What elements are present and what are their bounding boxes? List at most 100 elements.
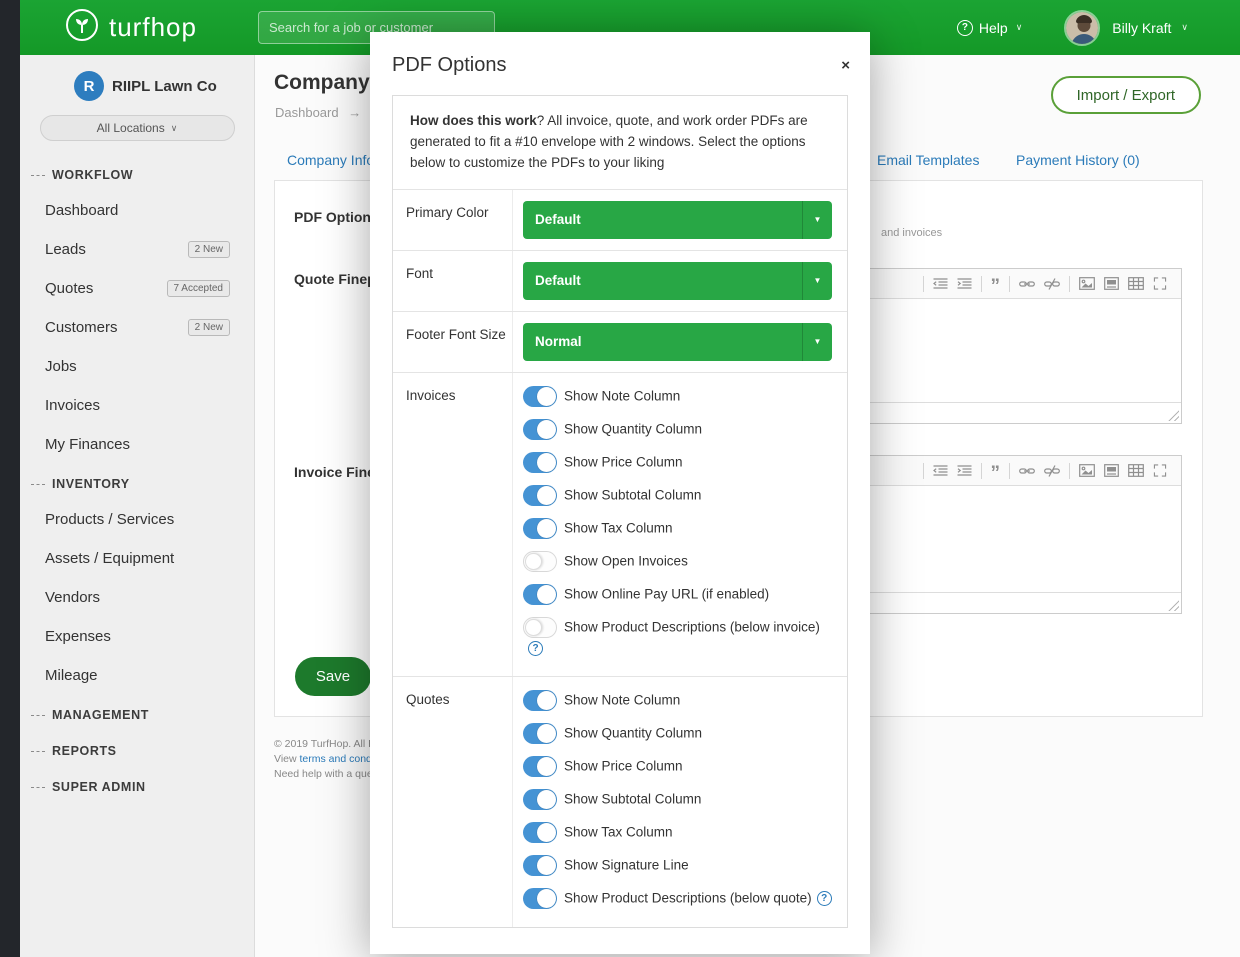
toggle-show-tax-column[interactable] [523, 822, 557, 843]
blockquote-icon[interactable]: ” [991, 469, 1001, 479]
tab-email-templates[interactable]: Email Templates [877, 152, 979, 168]
sidebar-item-customers[interactable]: Customers2 New [20, 308, 254, 347]
sidebar-item-mileage[interactable]: Mileage [20, 656, 254, 695]
sidebar-item-products-services[interactable]: Products / Services [20, 500, 254, 539]
brand-name: turfhop [109, 12, 197, 43]
chevron-down-icon[interactable]: ∨ [1181, 22, 1188, 33]
sidebar-section-management[interactable]: MANAGEMENT [20, 695, 254, 731]
close-icon[interactable]: × [841, 58, 850, 73]
toggle-show-online-pay-url-if-enabled[interactable] [523, 584, 557, 605]
indent-icon[interactable] [957, 465, 972, 477]
company-selector[interactable]: R RIIPL Lawn Co [20, 55, 254, 111]
toggle-show-note-column[interactable] [523, 386, 557, 407]
toggle-show-tax-column[interactable] [523, 518, 557, 539]
sidebar-item-assets-equipment[interactable]: Assets / Equipment [20, 539, 254, 578]
sidebar-item-dashboard[interactable]: Dashboard [20, 191, 254, 230]
toggle-show-product-descriptions-below-invoice[interactable] [523, 617, 557, 638]
maximize-icon[interactable] [1153, 464, 1167, 477]
toggle-label: Show Tax Column [564, 824, 673, 839]
toggle-show-subtotal-column[interactable] [523, 789, 557, 810]
maximize-icon[interactable] [1153, 277, 1167, 290]
link-icon[interactable] [1019, 278, 1035, 290]
modal-row-label: Primary Color [393, 190, 513, 250]
company-name: RIIPL Lawn Co [112, 78, 217, 95]
toggle-label: Show Product Descriptions (below invoice… [564, 619, 820, 634]
indent-icon[interactable] [957, 278, 972, 290]
toggle-show-subtotal-column[interactable] [523, 485, 557, 506]
sidebar-section-reports[interactable]: REPORTS [20, 731, 254, 767]
sidebar-section-inventory[interactable]: INVENTORY [20, 464, 254, 500]
modal-row-invoices: InvoicesShow Note ColumnShow Quantity Co… [393, 373, 847, 677]
toggle-knob [537, 420, 556, 439]
toggle-label: Show Note Column [564, 388, 680, 403]
tab-payment-history[interactable]: Payment History (0) [1016, 152, 1140, 168]
sidebar-item-leads[interactable]: Leads 2 New [20, 230, 254, 269]
toggle-show-note-column[interactable] [523, 690, 557, 711]
modal-header: PDF Options × [370, 32, 870, 89]
sidebar-item-my-finances[interactable]: My Finances [20, 425, 254, 464]
sidebar-sections: WORKFLOW Dashboard Leads 2 New Quotes7 Accep… [20, 155, 254, 803]
sidebar-item-badge: 2 New [188, 241, 230, 258]
help-menu[interactable]: ? Help ∨ [957, 20, 1022, 36]
sidebar-section-label: MANAGEMENT [52, 708, 149, 722]
font-select[interactable]: Default▼ [523, 262, 832, 300]
tab-company-info[interactable]: Company Info [287, 152, 374, 168]
image-icon[interactable] [1079, 277, 1095, 290]
placeholder-image-icon[interactable] [1104, 277, 1119, 290]
save-button[interactable]: Save [295, 657, 371, 696]
toggle-row: Show Quantity Column [523, 723, 832, 744]
toggle-show-price-column[interactable] [523, 756, 557, 777]
toggle-knob [537, 790, 556, 809]
import-export-button[interactable]: Import / Export [1051, 76, 1201, 114]
outdent-icon[interactable] [933, 465, 948, 477]
table-icon[interactable] [1128, 464, 1144, 477]
modal-row-label: Font [393, 251, 513, 311]
toggle-show-open-invoices[interactable] [523, 551, 557, 572]
placeholder-image-icon[interactable] [1104, 464, 1119, 477]
table-icon[interactable] [1128, 277, 1144, 290]
sidebar-item-quotes[interactable]: Quotes7 Accepted [20, 269, 254, 308]
sidebar-section-workflow[interactable]: WORKFLOW [20, 155, 254, 191]
resize-grip-icon[interactable] [1168, 410, 1179, 421]
toggle-show-signature-line[interactable] [523, 855, 557, 876]
toggle-show-price-column[interactable] [523, 452, 557, 473]
toggle-show-quantity-column[interactable] [523, 723, 557, 744]
help-icon[interactable]: ? [528, 641, 543, 656]
image-icon[interactable] [1079, 464, 1095, 477]
sidebar-item-invoices[interactable]: Invoices [20, 386, 254, 425]
user-name[interactable]: Billy Kraft [1112, 20, 1171, 36]
toggle-show-product-descriptions-below-quote[interactable] [523, 888, 557, 909]
toggle-knob [537, 757, 556, 776]
sidebar-item-expenses[interactable]: Expenses [20, 617, 254, 656]
user-avatar[interactable] [1064, 10, 1100, 46]
sidebar-item-vendors[interactable]: Vendors [20, 578, 254, 617]
footer-font-size-select[interactable]: Normal▼ [523, 323, 832, 361]
sidebar-section-super-admin[interactable]: SUPER ADMIN [20, 767, 254, 803]
sidebar-item-jobs[interactable]: Jobs [20, 347, 254, 386]
link-icon[interactable] [1019, 465, 1035, 477]
unlink-icon[interactable] [1044, 465, 1060, 477]
toggle-row: Show Tax Column [523, 518, 832, 539]
location-selector[interactable]: All Locations ∨ [40, 115, 235, 141]
toggle-label: Show Open Invoices [564, 553, 688, 568]
toggle-knob [537, 724, 556, 743]
sidebar-item-label: Leads [45, 241, 86, 258]
toggle-row: Show Note Column [523, 386, 832, 407]
toggle-show-quantity-column[interactable] [523, 419, 557, 440]
help-icon[interactable]: ? [817, 891, 832, 906]
resize-grip-icon[interactable] [1168, 600, 1179, 611]
toolbar-separator [981, 276, 982, 292]
primary-color-select[interactable]: Default▼ [523, 201, 832, 239]
blockquote-icon[interactable]: ” [991, 282, 1001, 292]
chevron-down-icon: ∨ [171, 123, 178, 134]
breadcrumb-home[interactable]: Dashboard [275, 105, 339, 120]
toolbar-separator [1069, 276, 1070, 292]
sidebar: R RIIPL Lawn Co All Locations ∨ WORKFLOW… [20, 55, 255, 957]
sidebar-item-label: Dashboard [45, 202, 118, 219]
tree-branch-icon [31, 787, 45, 788]
outdent-icon[interactable] [933, 278, 948, 290]
brand-logo[interactable]: turfhop [65, 0, 197, 55]
unlink-icon[interactable] [1044, 278, 1060, 290]
sidebar-item-badge: 7 Accepted [167, 280, 230, 297]
modal-row-control: Default▼ [513, 251, 847, 311]
